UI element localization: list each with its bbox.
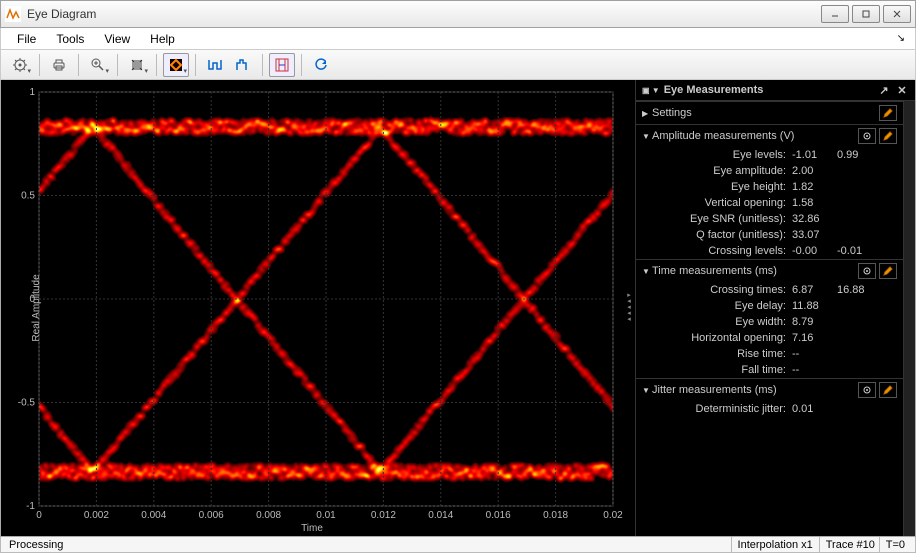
settings-section[interactable]: ▶ Settings [636,101,903,124]
crossing-times-row: Crossing times:6.8716.88 [636,282,903,298]
statusbar: Processing Interpolation x1 Trace #10 T=… [0,537,916,553]
edit-icon[interactable] [879,263,897,279]
edit-icon[interactable] [879,105,897,121]
jitter-section[interactable]: ▼ Jitter measurements (ms) [636,378,903,401]
svg-text:0.004: 0.004 [141,510,166,521]
menu-tools[interactable]: Tools [46,30,94,48]
svg-text:-0.5: -0.5 [18,398,36,409]
measurements-button[interactable] [269,53,295,77]
minimize-button[interactable] [821,5,849,23]
panel-dock-icon[interactable]: ↗ [877,83,891,97]
eye-snr-row: Eye SNR (unitless):32.86 [636,211,903,227]
svg-text:1: 1 [29,87,35,98]
bathtub-button[interactable] [202,53,228,77]
svg-text:0.018: 0.018 [543,510,568,521]
menu-file[interactable]: File [7,30,46,48]
deterministic-jitter-row: Deterministic jitter:0.01 [636,401,903,417]
horizontal-opening-row: Horizontal opening:7.16 [636,330,903,346]
svg-text:0.002: 0.002 [84,510,109,521]
amplitude-section[interactable]: ▼ Amplitude measurements (V) [636,124,903,147]
refresh-button[interactable] [308,53,334,77]
gear-icon[interactable] [858,382,876,398]
svg-text:0.014: 0.014 [428,510,453,521]
crossing-levels-row: Crossing levels:-0.00-0.01 [636,243,903,259]
svg-text:0.006: 0.006 [199,510,224,521]
eye-amplitude-row: Eye amplitude:2.00 [636,163,903,179]
svg-text:-1: -1 [26,501,35,512]
svg-text:0.02: 0.02 [603,510,623,521]
print-button[interactable] [46,53,72,77]
autoscale-dropdown[interactable] [124,53,150,77]
svg-text:0: 0 [36,510,42,521]
rise-time-row: Rise time:-- [636,346,903,362]
menu-help[interactable]: Help [140,30,185,48]
eye-width-row: Eye width:8.79 [636,314,903,330]
colormap-dropdown[interactable] [163,53,189,77]
pane-resize-handle[interactable]: ▸◂◂◂◂ [623,80,635,536]
eye-diagram-plot[interactable]: 10.50-0.5-100.0020.0040.0060.0080.010.01… [1,80,623,536]
toolbar-corner-icon[interactable]: ↘ [897,33,905,44]
gear-icon[interactable] [858,263,876,279]
svg-text:0.008: 0.008 [256,510,281,521]
vertical-opening-row: Vertical opening:1.58 [636,195,903,211]
x-axis-label: Time [301,523,323,534]
edit-icon[interactable] [879,382,897,398]
app-icon [5,6,21,22]
zoom-dropdown[interactable] [85,53,111,77]
close-button[interactable] [883,5,911,23]
gear-icon[interactable] [858,128,876,144]
status-trace: Trace #10 [819,537,879,552]
edit-icon[interactable] [879,128,897,144]
svg-text:0.01: 0.01 [316,510,336,521]
menu-view[interactable]: View [94,30,140,48]
eye-levels-row: Eye levels:-1.010.99 [636,147,903,163]
toolbar [0,50,916,80]
measurements-header: ▣ ▼ Eye Measurements ↗ ✕ [636,80,915,101]
eye-delay-row: Eye delay:11.88 [636,298,903,314]
q-factor-row: Q factor (unitless):33.07 [636,227,903,243]
panel-close-icon[interactable]: ✕ [895,83,909,97]
measurements-panel: ▣ ▼ Eye Measurements ↗ ✕ ▶ Settings ▼ Am… [635,80,915,536]
svg-text:0.016: 0.016 [486,510,511,521]
measurements-title: Eye Measurements [664,84,873,96]
settings-dropdown[interactable] [7,53,33,77]
eye-height-row: Eye height:1.82 [636,179,903,195]
maximize-button[interactable] [852,5,880,23]
status-time: T=0 [879,537,911,552]
window-title: Eye Diagram [27,7,818,21]
status-interpolation: Interpolation x1 [731,537,819,552]
plot-axes: 10.50-0.5-100.0020.0040.0060.0080.010.01… [1,80,623,536]
svg-text:0.5: 0.5 [21,191,35,202]
menubar: File Tools View Help ↘ [0,28,916,50]
status-text: Processing [5,539,731,551]
measurements-scrollbar[interactable] [903,101,915,536]
y-axis-label: Real Amplitude [31,274,42,341]
time-section[interactable]: ▼ Time measurements (ms) [636,259,903,282]
histogram-button[interactable] [230,53,256,77]
content-area: 10.50-0.5-100.0020.0040.0060.0080.010.01… [0,80,916,537]
titlebar: Eye Diagram [0,0,916,28]
fall-time-row: Fall time:-- [636,362,903,378]
svg-text:0.012: 0.012 [371,510,396,521]
